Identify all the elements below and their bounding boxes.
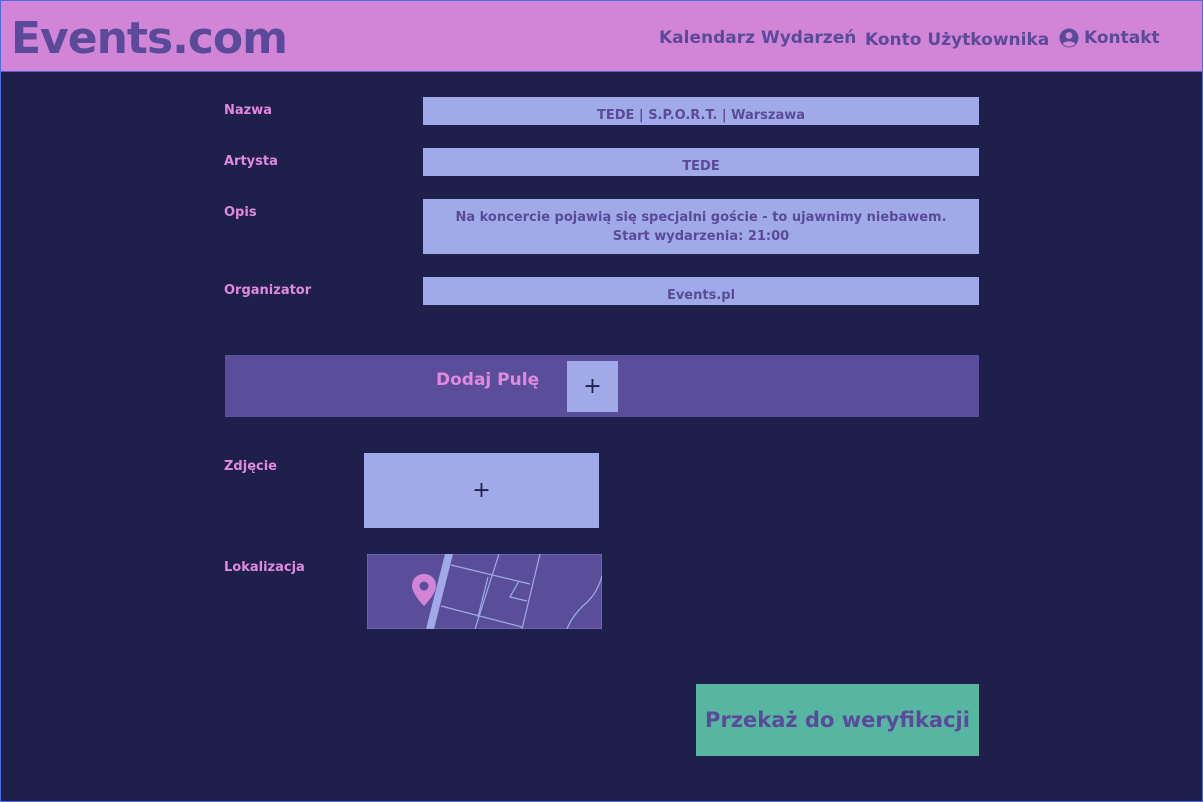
organizer-value: Events.pl (666, 288, 736, 303)
submit-verification-button[interactable]: Przekaż do weryfikacji (696, 684, 979, 756)
logo[interactable]: Events.com (11, 13, 288, 64)
description-field[interactable]: Na koncercie pojawią się specjalni gości… (423, 199, 979, 254)
photo-label: Zdjęcie (224, 459, 277, 474)
name-value: TEDE | S.P.O.R.T. | Warszawa (596, 108, 806, 123)
pool-bar: Dodaj Pulę + (225, 355, 979, 417)
artist-value: TEDE (682, 159, 720, 174)
nav-account-link[interactable]: Konto Użytkownika (865, 28, 1079, 53)
user-circle-icon (1059, 28, 1079, 53)
add-photo-button[interactable]: + (364, 453, 599, 528)
name-field[interactable]: TEDE | S.P.O.R.T. | Warszawa (423, 97, 979, 125)
add-pool-button[interactable]: + (567, 361, 618, 412)
organizer-field[interactable]: Events.pl (423, 277, 979, 305)
name-label: Nazwa (224, 103, 273, 118)
add-pool-label: Dodaj Pulę (436, 370, 540, 390)
nav-account-label: Konto Użytkownika (865, 30, 1050, 50)
nav-calendar-link[interactable]: Kalendarz Wydarzeń (659, 28, 856, 48)
artist-field[interactable]: TEDE (423, 148, 979, 176)
description-line-2: Start wydarzenia: 21:00 (612, 228, 790, 244)
artist-label: Artysta (224, 154, 278, 169)
organizer-label: Organizator (224, 283, 312, 298)
nav-contact-link[interactable]: Kontakt (1084, 28, 1160, 48)
description-label: Opis (224, 205, 257, 220)
location-map[interactable] (366, 553, 603, 630)
location-label: Lokalizacja (224, 560, 305, 575)
description-line-1: Na koncercie pojawią się specjalni gości… (455, 209, 947, 225)
top-header: Events.com Kalendarz Wydarzeń Konto Użyt… (1, 1, 1202, 72)
